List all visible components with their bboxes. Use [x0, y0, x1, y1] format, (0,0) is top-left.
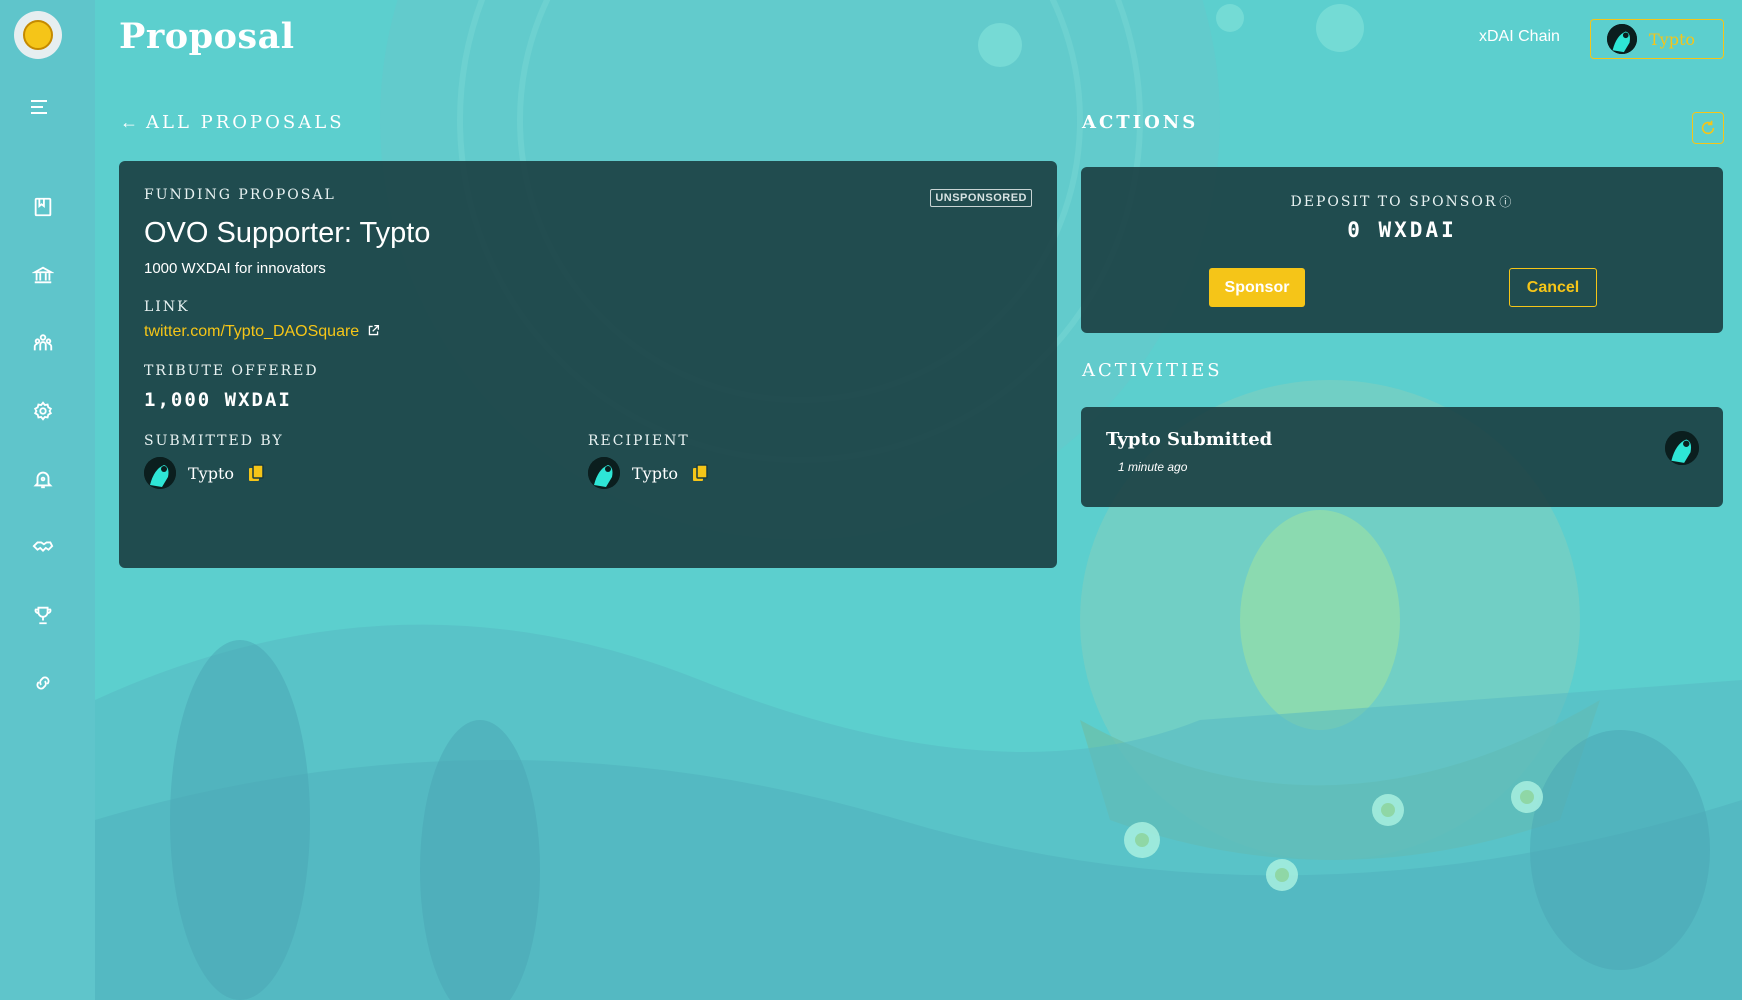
user-avatar [1607, 24, 1637, 54]
activity-avatar[interactable] [1665, 431, 1699, 465]
people-row: SUBMITTED BY Typto RECIPIENT Typto [144, 433, 1032, 489]
tribute-label: TRIBUTE OFFERED [144, 363, 319, 379]
copy-icon[interactable] [248, 464, 264, 482]
chain-label[interactable]: xDAI Chain [1479, 28, 1560, 46]
link-label: LINK [144, 299, 190, 315]
book-icon[interactable] [30, 194, 56, 220]
refresh-button[interactable] [1692, 112, 1724, 144]
arrow-left-icon: ← [120, 112, 138, 132]
activity-title: Typto Submitted [1106, 429, 1273, 450]
external-link-icon[interactable] [367, 324, 380, 340]
trophy-icon[interactable] [30, 602, 56, 628]
deposit-value: 0 WXDAI [1347, 218, 1457, 242]
menu-icon[interactable] [31, 100, 47, 114]
activity-item: Typto Submitted 1 minute ago [1081, 407, 1723, 507]
recipient-name: Typto [632, 463, 679, 483]
back-to-proposals-link[interactable]: ← ALL PROPOSALS [120, 112, 345, 133]
settings-icon[interactable] [30, 398, 56, 424]
deposit-label-text: DEPOSIT TO SPONSOR [1290, 194, 1498, 210]
proposal-link[interactable]: twitter.com/Typto_DAOSquare [144, 323, 1032, 341]
recipient: Typto [588, 457, 1032, 489]
link-icon[interactable] [30, 670, 56, 696]
submitted-by-label: SUBMITTED BY [144, 433, 284, 449]
submitter: Typto [144, 457, 588, 489]
sidebar [0, 0, 95, 1000]
tribute-value: 1,000 WXDAI [144, 389, 292, 411]
back-link-label: ALL PROPOSALS [146, 112, 345, 133]
activities-title: ACTIVITIES [1082, 360, 1223, 381]
bell-icon[interactable] [30, 466, 56, 492]
dao-logo[interactable] [14, 11, 62, 59]
status-badge: UNSPONSORED [930, 189, 1032, 207]
recipient-section: RECIPIENT Typto [588, 433, 1032, 489]
submitter-name: Typto [188, 463, 235, 483]
bank-icon[interactable] [30, 262, 56, 288]
actions-title: ACTIONS [1082, 112, 1199, 133]
copy-icon[interactable] [692, 464, 708, 482]
recipient-label: RECIPIENT [588, 433, 690, 449]
dao-avatar-icon [23, 20, 53, 50]
proposal-card: FUNDING PROPOSAL UNSPONSORED OVO Support… [119, 161, 1057, 568]
sponsor-button[interactable]: Sponsor [1209, 268, 1305, 307]
proposal-title: OVO Supporter: Typto [144, 217, 431, 249]
user-name: Typto [1649, 29, 1696, 49]
recipient-avatar[interactable] [588, 457, 620, 489]
cancel-button[interactable]: Cancel [1509, 268, 1597, 307]
handshake-icon[interactable] [30, 534, 56, 560]
proposal-description: 1000 WXDAI for innovators [144, 260, 326, 277]
deposit-label: DEPOSIT TO SPONSOR ⓘ [1081, 193, 1723, 210]
submitted-by-section: SUBMITTED BY Typto [144, 433, 588, 489]
refresh-icon [1701, 120, 1715, 135]
page-title: Proposal [119, 16, 295, 57]
user-account-button[interactable]: Typto [1590, 19, 1724, 59]
submitter-avatar[interactable] [144, 457, 176, 489]
actions-card: DEPOSIT TO SPONSOR ⓘ 0 WXDAI Sponsor Canc… [1081, 167, 1723, 333]
info-icon[interactable]: ⓘ [1499, 195, 1513, 209]
members-icon[interactable] [30, 330, 56, 356]
activity-time: 1 minute ago [1118, 460, 1188, 474]
proposal-link-text[interactable]: twitter.com/Typto_DAOSquare [144, 323, 359, 341]
proposal-type-label: FUNDING PROPOSAL [144, 187, 336, 203]
